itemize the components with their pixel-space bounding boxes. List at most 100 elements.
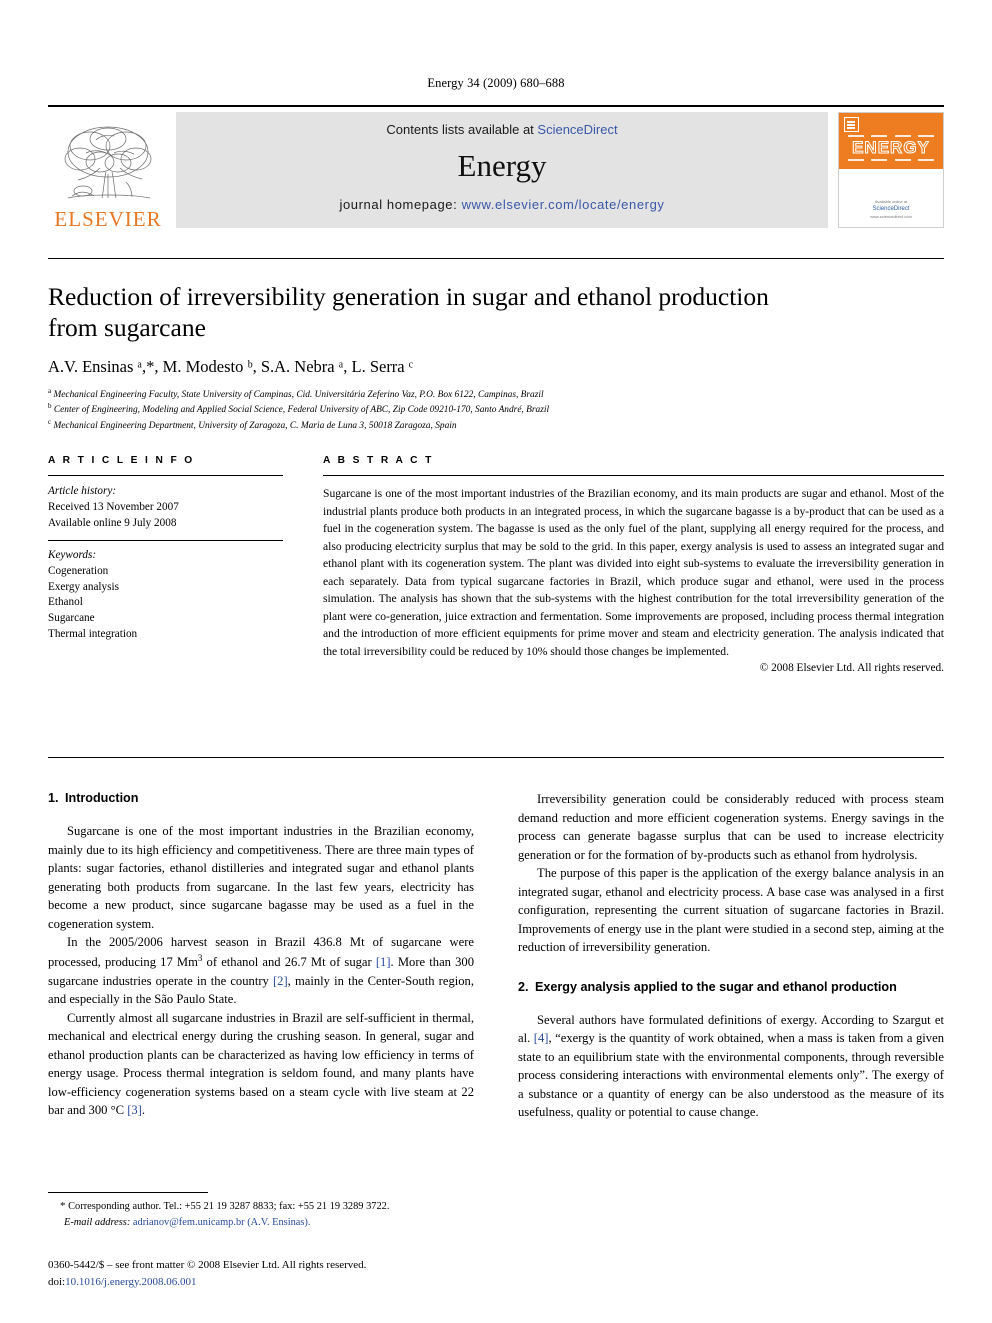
affiliation-marker: a [48,386,52,395]
affiliation-item: a Mechanical Engineering Faculty, State … [48,387,808,402]
citation-link[interactable]: [1] [376,955,391,969]
article-info-heading: A R T I C L E I N F O [48,455,195,466]
doi-line: doi:10.1016/j.energy.2008.06.001 [48,1274,508,1291]
intro-continued-paragraphs: Irreversibility generation could be cons… [518,790,944,957]
paragraph-text: Irreversibility generation could be cons… [518,792,944,862]
abstract-heading: A B S T R A C T [323,455,434,466]
cover-topic-microtext [844,135,938,137]
contents-prefix: Contents lists available at [386,122,538,137]
footnote-block: * Corresponding author. Tel.: +55 21 19 … [48,1199,474,1230]
paragraph-text: Currently almost all sugarcane industrie… [48,1010,474,1118]
abstract-text: Sugarcane is one of the most important i… [323,487,944,658]
affiliation-text: Mechanical Engineering Faculty, State Un… [53,389,544,400]
affiliation-item: c Mechanical Engineering Department, Uni… [48,418,808,433]
section-title: Introduction [65,791,139,805]
section-heading-exergy-analysis: 2. Exergy analysis applied to the sugar a… [518,979,944,995]
corresponding-author-text: Corresponding author. Tel.: +55 21 19 32… [68,1201,390,1212]
journal-cover-thumbnail: ENERGY Available online at ScienceDirect… [838,112,944,228]
doi-link[interactable]: 10.1016/j.energy.2008.06.001 [65,1276,196,1288]
keyword-item: Sugarcane [48,612,95,625]
article-info-column: A R T I C L E I N F O Article history: R… [48,455,283,674]
affiliation-text: Center of Engineering, Modeling and Appl… [53,405,550,416]
citation-link[interactable]: [3] [127,1103,142,1117]
body-column-left: 1. Introduction Sugarcane is one of the m… [48,790,474,1122]
paper-page: Energy 34 (2009) 680–688 ELSEVIER Conten… [0,0,992,1323]
citation-link[interactable]: [2] [273,974,288,988]
body-columns: 1. Introduction Sugarcane is one of the m… [48,790,944,1122]
section-number: 2. [518,979,529,994]
email-label: E-mail address: [64,1216,131,1228]
body-paragraph: Currently almost all sugarcane industrie… [48,1009,474,1120]
body-paragraph: Sugarcane is one of the most important i… [48,822,474,933]
keyword-item: Cogeneration [48,564,109,577]
journal-homepage-link[interactable]: www.elsevier.com/locate/energy [462,197,665,212]
paragraph-text: , “exergy is the quantity of work obtain… [518,1031,944,1120]
intro-paragraphs: Sugarcane is one of the most important i… [48,822,474,1119]
email-note: E-mail address: adrianov@fem.unicamp.br … [48,1215,474,1230]
paragraph-text: . [141,1103,146,1118]
body-paragraph: The purpose of this paper is the applica… [518,864,944,957]
title-divider [48,258,944,259]
cover-footer: Available online at ScienceDirect www.sc… [839,199,943,220]
contents-available-line: Contents lists available at ScienceDirec… [386,122,617,137]
footnote-marker: * [60,1200,66,1212]
keywords-block: Keywords: Cogeneration Exergy analysis E… [48,548,283,643]
exergy-paragraphs: Several authors have formulated definiti… [518,1011,944,1122]
article-history-label: Article history: [48,485,117,497]
elsevier-logo: ELSEVIER [48,110,168,232]
sciencedirect-link[interactable]: ScienceDirect [537,122,617,137]
cover-journal-title: ENERGY [852,138,930,157]
keyword-item: Ethanol [48,596,83,609]
elsevier-wordmark: ELSEVIER [54,207,162,231]
article-history-block: Article history: Received 13 November 20… [48,476,283,532]
cover-white-area: Available online at ScienceDirect www.sc… [839,169,943,227]
paragraph-text: Sugarcane is one of the most important i… [48,824,474,931]
title-block: Reduction of irreversibility generation … [48,282,808,433]
body-paragraph: In the 2005/2006 harvest season in Brazi… [48,933,474,1008]
journal-title: Energy [457,148,547,183]
section-title: Exergy analysis applied to the sugar and… [535,979,897,994]
body-paragraph: Irreversibility generation could be cons… [518,790,944,864]
abstract-copyright: © 2008 Elsevier Ltd. All rights reserved… [759,662,944,674]
affiliation-marker: b [48,402,52,411]
author-list: A.V. Ensinas ᵃ,*, M. Modesto ᵇ, S.A. Neb… [48,357,808,377]
article-history-online: Available online 9 July 2008 [48,516,177,529]
keyword-item: Thermal integration [48,628,138,641]
keyword-item: Exergy analysis [48,580,119,593]
issn-line: 0360-5442/$ – see front matter © 2008 El… [48,1259,367,1271]
cover-footer-sciencedirect: ScienceDirect [872,206,910,212]
doi-label: doi: [48,1275,66,1288]
running-head: Energy 34 (2009) 680–688 [427,76,565,90]
abstract-column: A B S T R A C T Sugarcane is one of the … [323,455,944,674]
homepage-prefix: journal homepage: [339,197,462,212]
body-divider [48,757,944,758]
cover-topic-microtext-2 [844,159,938,161]
section-heading-introduction: 1. Introduction [48,790,474,806]
masthead-banner: Contents lists available at ScienceDirec… [176,112,828,228]
affiliation-text: Mechanical Engineering Department, Unive… [53,420,457,431]
affiliation-marker: c [48,417,52,426]
cover-footer-url: www.sciencedirect.com [870,214,912,219]
author-list-text: A.V. Ensinas ᵃ,*, M. Modesto ᵇ, S.A. Neb… [48,356,413,376]
imprint-block: 0360-5442/$ – see front matter © 2008 El… [48,1257,508,1290]
paragraph-text: The purpose of this paper is the applica… [518,866,944,954]
cover-orange-band: ENERGY [839,113,943,177]
email-link[interactable]: adrianov@fem.unicamp.br (A.V. Ensinas). [133,1217,311,1228]
corresponding-author-note: * Corresponding author. Tel.: +55 21 19 … [48,1199,474,1215]
article-history-received: Received 13 November 2007 [48,500,179,513]
citation-link[interactable]: [4] [534,1031,549,1045]
keywords-label: Keywords: [48,548,97,561]
footnote-divider [48,1192,208,1193]
elsevier-tree-icon [56,122,160,208]
paragraph-text: of ethanol and 26.7 Mt of sugar [202,955,376,970]
article-info-separator [48,539,283,541]
affiliation-list: a Mechanical Engineering Faculty, State … [48,387,808,433]
affiliation-item: b Center of Engineering, Modeling and Ap… [48,402,808,417]
journal-masthead: ELSEVIER Contents lists available at Sci… [48,105,944,230]
body-paragraph: Several authors have formulated definiti… [518,1011,944,1122]
section-number: 1. [48,791,59,805]
cover-elsevier-mark-icon [844,117,859,132]
page-title: Reduction of irreversibility generation … [48,282,769,342]
info-abstract-region: A R T I C L E I N F O Article history: R… [48,455,944,674]
journal-homepage-line: journal homepage: www.elsevier.com/locat… [339,197,664,212]
